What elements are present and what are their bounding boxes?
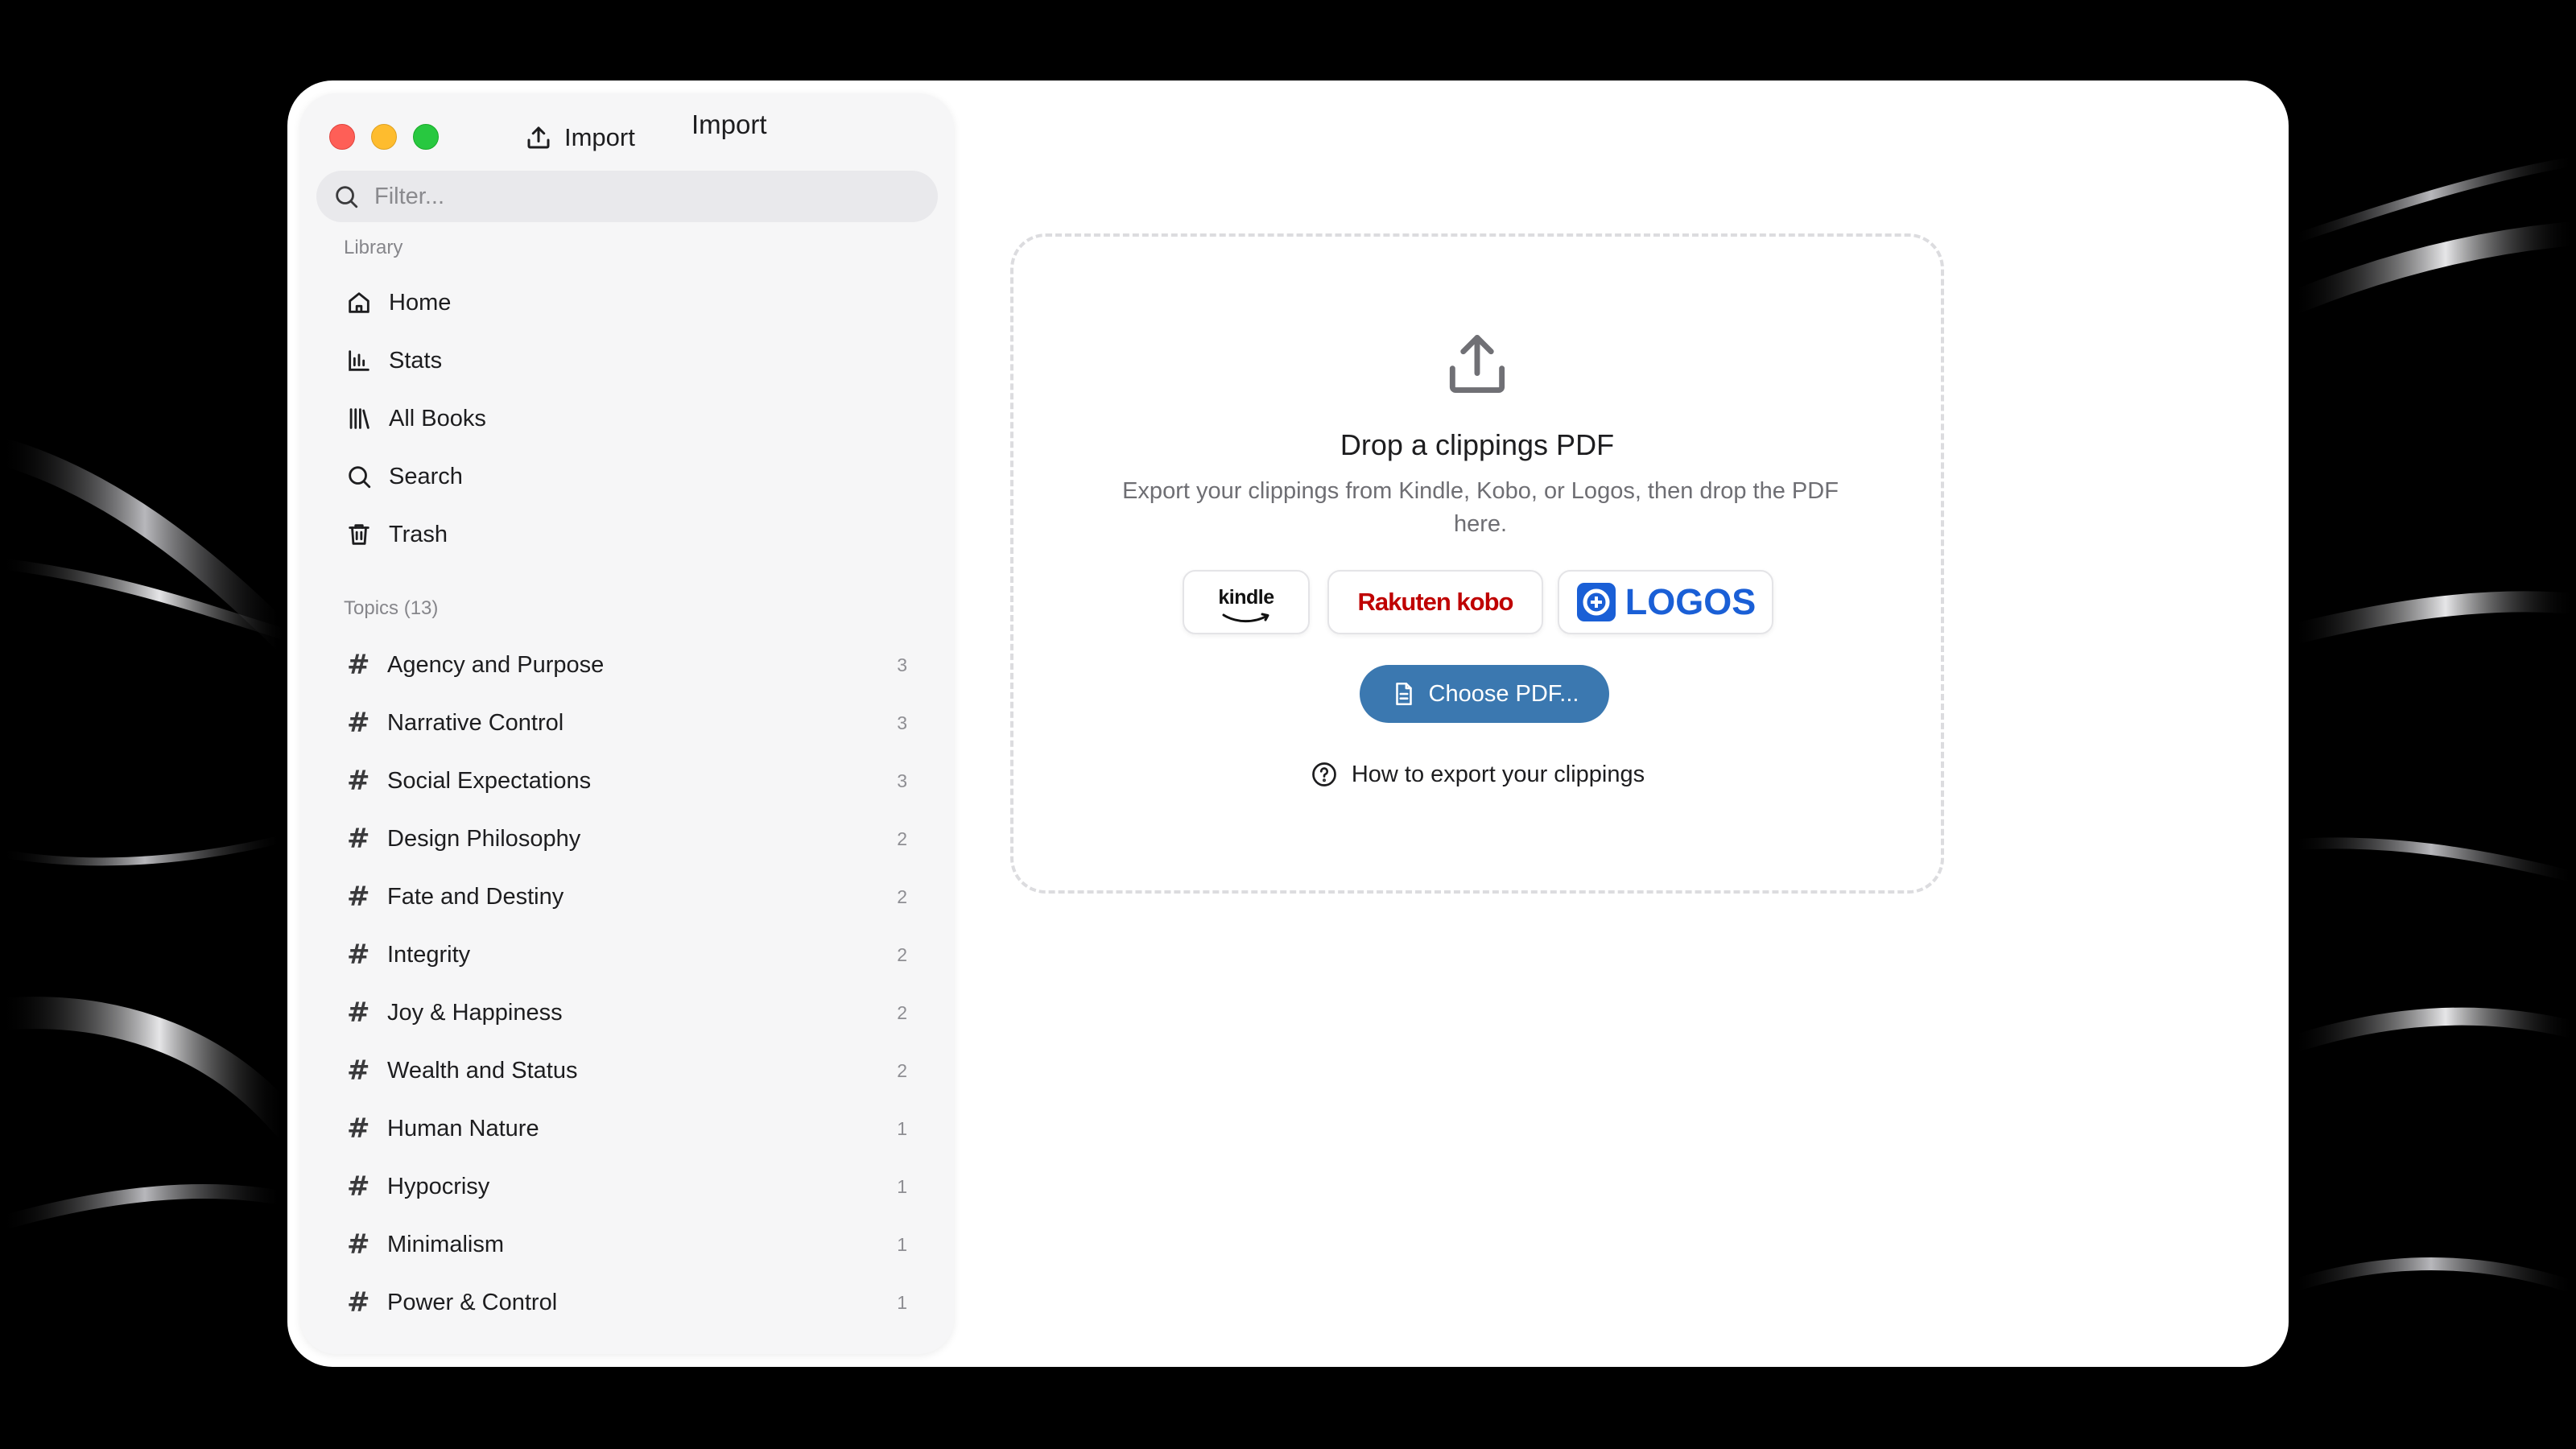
library-icon — [349, 408, 369, 429]
topic-count: 2 — [897, 828, 907, 849]
topic-count: 2 — [897, 1001, 907, 1023]
topic-label: Fate and Destiny — [387, 883, 564, 910]
search-icon — [336, 186, 358, 208]
sidebar-topic-item[interactable]: # Social Expectations 3 — [329, 757, 925, 805]
hashtag-icon: # — [347, 1113, 370, 1145]
topic-label: Integrity — [387, 941, 471, 968]
kindle-logo-text: kindle — [1218, 585, 1274, 609]
sidebar-item-trash[interactable]: Trash — [329, 510, 925, 559]
sidebar-topic-item[interactable]: # Power & Control 1 — [329, 1278, 925, 1327]
topic-count: 3 — [897, 770, 907, 791]
pdf-dropzone[interactable]: Drop a clippings PDF Export your clippin… — [1010, 233, 1944, 894]
topic-label: Power & Control — [387, 1289, 558, 1315]
logos-logo-text: LOGOS — [1624, 581, 1757, 622]
sidebar-item-label: Trash — [389, 521, 448, 547]
hashtag-icon: # — [347, 1228, 370, 1261]
kobo-logo: Rakuten kobo — [1357, 588, 1514, 616]
topic-label: Minimalism — [387, 1231, 504, 1257]
sidebar-item-all-books[interactable]: All Books — [329, 394, 925, 443]
help-circle-icon — [1311, 762, 1336, 786]
close-window-button[interactable] — [329, 124, 355, 150]
how-to-export-label: How to export your clippings — [1351, 761, 1645, 787]
topic-count: 1 — [897, 1291, 907, 1313]
topic-count: 1 — [897, 1233, 907, 1255]
trash-icon — [349, 524, 369, 545]
sidebar-topic-item[interactable]: # Integrity 2 — [329, 931, 925, 979]
hashtag-icon: # — [347, 1170, 370, 1203]
topic-label: Human Nature — [387, 1115, 539, 1141]
topic-count: 3 — [897, 712, 907, 733]
sidebar-topic-item[interactable]: # Minimalism 1 — [329, 1220, 925, 1269]
kobo-source-button[interactable]: Rakuten kobo — [1327, 570, 1543, 634]
sidebar-item-label: Search — [389, 463, 463, 489]
choose-pdf-button[interactable]: Choose PDF... — [1360, 665, 1609, 723]
sidebar-topic-item[interactable]: # Fate and Destiny 2 — [329, 873, 925, 921]
page-title: Import — [691, 109, 767, 139]
sidebar-topic-item[interactable]: # Human Nature 1 — [329, 1104, 925, 1153]
minimize-window-button[interactable] — [371, 124, 397, 150]
topic-count: 2 — [897, 1059, 907, 1081]
hashtag-icon: # — [347, 823, 370, 855]
hashtag-icon: # — [347, 939, 370, 971]
topic-count: 3 — [897, 654, 907, 675]
topic-label: Design Philosophy — [387, 825, 581, 852]
hashtag-icon: # — [347, 1286, 370, 1319]
topic-label: Narrative Control — [387, 709, 564, 736]
topic-label: Wealth and Status — [387, 1057, 578, 1084]
topic-count: 2 — [897, 943, 907, 965]
topics-section-label: Topics (13) — [344, 597, 439, 619]
topic-label: Hypocrisy — [387, 1173, 490, 1199]
sidebar-topic-item[interactable]: # Joy & Happiness 2 — [329, 989, 925, 1037]
bar-chart-icon — [349, 350, 369, 371]
topic-label: Social Expectations — [387, 767, 592, 794]
home-icon — [349, 292, 369, 313]
window-controls — [329, 124, 439, 150]
dropzone-title: Drop a clippings PDF — [1340, 428, 1615, 461]
search-icon — [349, 466, 371, 489]
sidebar-topic-item[interactable]: # Design Philosophy 2 — [329, 815, 925, 863]
topic-label: Joy & Happiness — [387, 999, 563, 1026]
sidebar-item-label: All Books — [389, 405, 486, 431]
kindle-source-button[interactable]: kindle — [1183, 570, 1310, 634]
choose-pdf-label: Choose PDF... — [1428, 680, 1579, 707]
sidebar: Import Library Home Stats All B — [300, 93, 954, 1354]
hashtag-icon: # — [347, 765, 370, 797]
filter-field[interactable] — [316, 171, 938, 222]
hashtag-icon: # — [347, 881, 370, 913]
sidebar-item-label: Home — [389, 289, 452, 316]
sidebar-topic-item[interactable]: # Hypocrisy 1 — [329, 1162, 925, 1211]
maximize-window-button[interactable] — [413, 124, 439, 150]
hashtag-icon: # — [347, 1055, 370, 1087]
sidebar-topic-item[interactable]: # Narrative Control 3 — [329, 699, 925, 747]
hashtag-icon: # — [347, 649, 370, 681]
app-window: Import Library Home Stats All B — [287, 80, 2289, 1367]
logos-logo-icon — [1576, 583, 1616, 621]
topic-label: Agency and Purpose — [387, 651, 605, 678]
topic-count: 2 — [897, 886, 907, 907]
topic-count: 1 — [897, 1117, 907, 1139]
sidebar-item-stats[interactable]: Stats — [329, 336, 925, 385]
dropzone-description: Export your clippings from Kindle, Kobo,… — [1122, 478, 1839, 537]
library-section-label: Library — [344, 237, 403, 258]
sidebar-topic-item[interactable]: # Wealth and Status 2 — [329, 1046, 925, 1095]
topic-count: 1 — [897, 1175, 907, 1197]
hashtag-icon: # — [347, 707, 370, 739]
hashtag-icon: # — [347, 997, 370, 1029]
sidebar-item-search[interactable]: Search — [329, 452, 925, 501]
amazon-smile-icon — [1222, 613, 1269, 622]
kindle-logo: kindle — [1218, 586, 1274, 622]
how-to-export-link[interactable]: How to export your clippings — [1013, 760, 1941, 789]
import-button[interactable]: Import — [524, 119, 635, 156]
upload-icon — [1449, 334, 1505, 394]
sidebar-item-home[interactable]: Home — [329, 279, 925, 327]
import-button-label: Import — [564, 123, 635, 151]
filter-input[interactable] — [374, 183, 922, 210]
sidebar-item-label: Stats — [389, 347, 443, 374]
logos-source-button[interactable]: LOGOS — [1558, 570, 1773, 634]
document-icon — [1395, 682, 1412, 706]
upload-icon — [527, 126, 550, 149]
sidebar-topic-item[interactable]: # Agency and Purpose 3 — [329, 641, 925, 689]
